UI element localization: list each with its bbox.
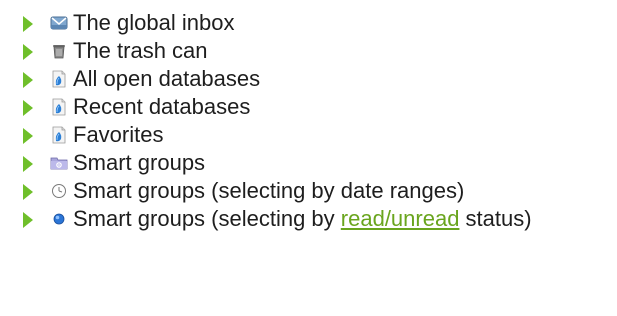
list-item[interactable]: The global inbox — [0, 9, 617, 37]
disclosure-triangle-icon[interactable] — [23, 16, 33, 32]
list-item[interactable]: The trash can — [0, 37, 617, 65]
item-list: The global inbox The trash can All open … — [0, 0, 617, 316]
list-item[interactable]: Smart groups (selecting by date ranges) — [0, 177, 617, 205]
list-item[interactable]: All open databases — [0, 65, 617, 93]
list-item-label: All open databases — [73, 66, 261, 91]
list-item-label: Smart groups — [73, 150, 206, 175]
list-item-label: The global inbox — [73, 10, 235, 35]
disclosure-triangle-icon[interactable] — [23, 156, 33, 172]
list-item-label: The trash can — [73, 38, 208, 63]
list-item[interactable]: Smart groups (selecting by read/unread s… — [0, 205, 617, 233]
list-item-label: Favorites — [73, 122, 164, 147]
list-item[interactable]: Recent databases — [0, 93, 617, 121]
database-icon — [50, 98, 68, 116]
read-unread-link[interactable]: read/unread — [341, 206, 460, 231]
inbox-icon — [50, 14, 68, 32]
smart-group-folder-icon — [50, 154, 68, 172]
list-item[interactable]: Favorites — [0, 121, 617, 149]
clock-icon — [50, 182, 68, 200]
list-item[interactable]: Smart groups — [0, 149, 617, 177]
trash-can-icon — [50, 42, 68, 60]
list-item-label: Smart groups (selecting by read/unread s… — [73, 207, 532, 231]
disclosure-triangle-icon[interactable] — [23, 72, 33, 88]
disclosure-triangle-icon[interactable] — [23, 184, 33, 200]
disclosure-triangle-icon[interactable] — [23, 44, 33, 60]
database-icon — [50, 126, 68, 144]
label-text-before: Smart groups (selecting by — [73, 206, 341, 231]
disclosure-triangle-icon[interactable] — [23, 100, 33, 116]
list-item-label: Recent databases — [73, 94, 251, 119]
database-icon — [50, 70, 68, 88]
blue-dot-icon — [50, 210, 68, 228]
disclosure-triangle-icon[interactable] — [23, 212, 33, 228]
label-text-after: status) — [459, 206, 532, 231]
list-item-label: Smart groups (selecting by date ranges) — [73, 178, 465, 203]
disclosure-triangle-icon[interactable] — [23, 128, 33, 144]
